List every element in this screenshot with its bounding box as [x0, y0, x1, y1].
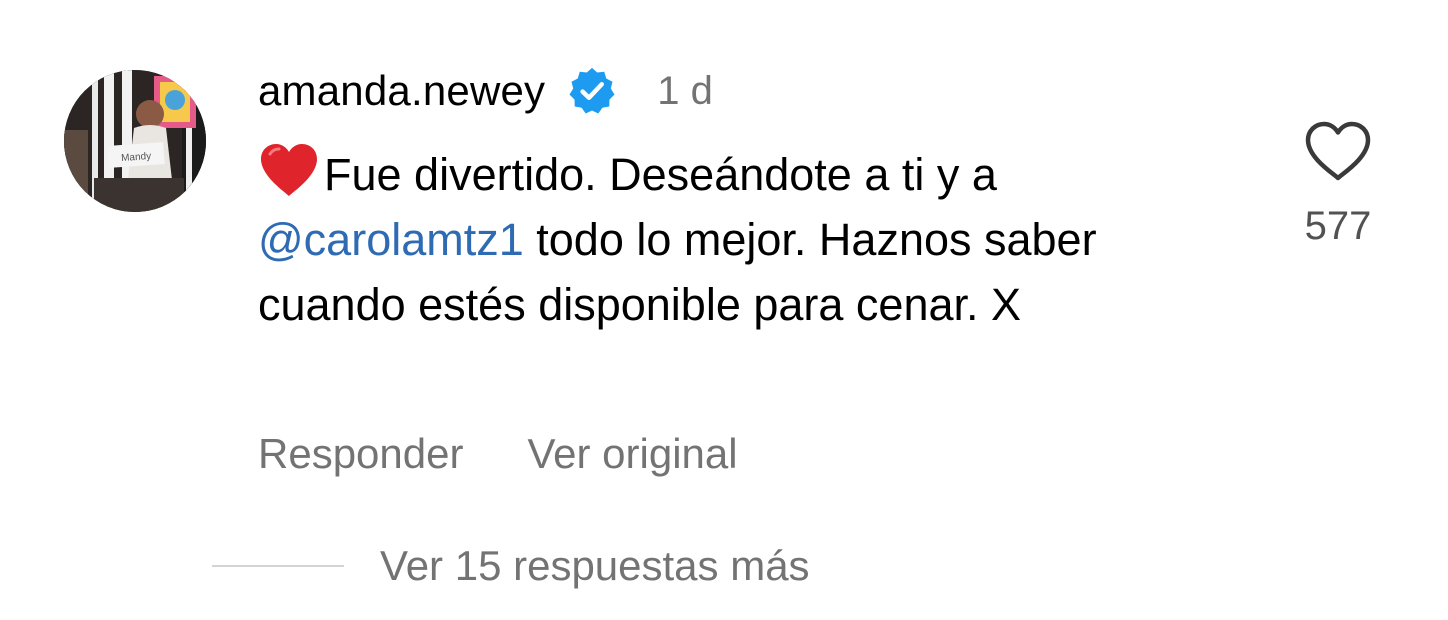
like-count: 577 — [1304, 204, 1372, 248]
see-original-button[interactable]: Ver original — [527, 430, 737, 478]
comment-header: amanda.newey 1 d — [258, 62, 713, 120]
comment-body: Fue divertido. Deseándote a ti y a @caro… — [258, 142, 1248, 337]
avatar-sign-text: Mandy — [121, 151, 152, 164]
reply-button[interactable]: Responder — [258, 430, 463, 478]
heart-emoji-icon — [258, 142, 320, 198]
username[interactable]: amanda.newey — [258, 67, 545, 115]
heart-outline-icon — [1305, 121, 1371, 181]
avatar[interactable]: Mandy — [64, 70, 206, 212]
comment-timestamp[interactable]: 1 d — [657, 69, 713, 114]
replies-divider — [212, 565, 344, 567]
mention-link[interactable]: @carolamtz1 — [258, 214, 524, 265]
view-replies-label: Ver 15 respuestas más — [380, 542, 810, 589]
view-replies-button[interactable]: Ver 15 respuestas más — [212, 536, 810, 596]
comment-actions: Responder Ver original — [258, 424, 738, 484]
comment-text-part-1: Fue divertido. Deseándote a ti y a — [324, 149, 997, 200]
avatar-photo: Mandy — [64, 70, 206, 212]
like-button[interactable] — [1303, 120, 1373, 182]
verified-badge-icon — [567, 66, 617, 116]
